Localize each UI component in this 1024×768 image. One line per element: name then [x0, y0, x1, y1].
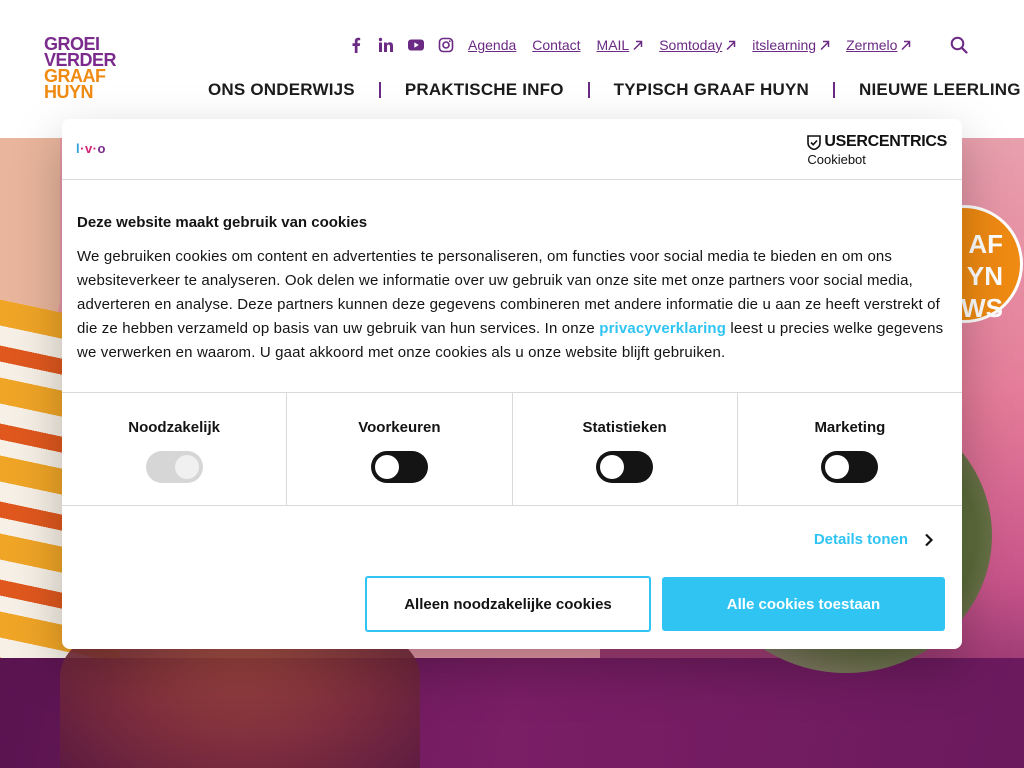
- itslearning-link-label: itslearning: [752, 37, 817, 53]
- toggle-knob: [825, 455, 850, 479]
- lvo-logo: l·v·o: [76, 141, 106, 156]
- allow-necessary-only-button[interactable]: Alleen noodzakelijke cookies: [365, 576, 651, 632]
- external-link-icon: [726, 40, 736, 50]
- search-icon[interactable]: [950, 36, 968, 54]
- cookie-dialog-text: We gebruiken cookies om content en adver…: [77, 245, 947, 365]
- privacy-statement-link[interactable]: privacyverklaring: [599, 320, 726, 337]
- itslearning-link[interactable]: itslearning: [752, 37, 830, 53]
- nav-separator: [833, 82, 835, 98]
- somtoday-link-label: Somtoday: [659, 37, 723, 53]
- cookiebot-logo[interactable]: USERCENTRICS Cookiebot: [807, 133, 947, 167]
- agenda-link-label: Agenda: [468, 37, 517, 53]
- logo-line-4: HUYN: [44, 82, 94, 102]
- nav-item-nieuwe-leerling[interactable]: NIEUWE LEERLING: [859, 80, 1021, 100]
- zermelo-link[interactable]: Zermelo: [846, 37, 911, 53]
- facebook-icon[interactable]: [348, 37, 364, 53]
- usercentrics-brand: USERCENTRICS: [807, 133, 947, 151]
- top-links: Agenda Contact MAIL Somtoday itslearning…: [348, 35, 927, 55]
- show-details-label: Details tonen: [813, 531, 908, 548]
- zermelo-link-label: Zermelo: [846, 37, 898, 53]
- statistics-toggle[interactable]: [596, 451, 654, 483]
- category-marketing: Marketing: [738, 393, 962, 505]
- usercentrics-label: USERCENTRICS: [824, 133, 947, 150]
- category-label: Noodzakelijk: [128, 419, 220, 436]
- nav-item-typisch-graaf-huyn[interactable]: TYPISCH GRAAF HUYN: [614, 80, 809, 100]
- cookie-dialog-body: Deze website maakt gebruik van cookies W…: [62, 180, 962, 393]
- toggle-knob: [374, 455, 399, 479]
- cookie-category-toggles: Noodzakelijk Voorkeuren Statistieken Mar…: [62, 393, 962, 506]
- external-link-icon: [820, 40, 830, 50]
- category-label: Voorkeuren: [358, 419, 441, 436]
- nav-separator: [587, 82, 590, 98]
- category-necessary: Noodzakelijk: [62, 393, 288, 505]
- cookiebot-label: Cookiebot: [807, 152, 866, 167]
- mail-link[interactable]: MAIL: [597, 37, 644, 53]
- lvo-logo-part: ·v·: [80, 141, 98, 156]
- toggle-knob: [174, 455, 199, 479]
- marketing-toggle[interactable]: [821, 451, 879, 483]
- category-label: Marketing: [814, 419, 886, 436]
- somtoday-link[interactable]: Somtoday: [659, 37, 736, 53]
- cookie-dialog-title: Deze website maakt gebruik van cookies: [77, 214, 368, 231]
- allow-all-cookies-button[interactable]: Alle cookies toestaan: [662, 577, 945, 631]
- main-navigation: ONS ONDERWIJS PRAKTISCHE INFO TYPISCH GR…: [208, 80, 1021, 100]
- site-header: GROEI VERDER GRAAF HUYN Agenda Contact M…: [0, 0, 1024, 138]
- cookie-dialog-header: l·v·o USERCENTRICS Cookiebot: [62, 119, 962, 180]
- category-label: Statistieken: [582, 419, 667, 436]
- category-preferences: Voorkeuren: [287, 393, 513, 505]
- chevron-right-icon: [925, 533, 934, 546]
- mail-link-label: MAIL: [596, 37, 630, 53]
- shield-check-icon: [807, 134, 822, 150]
- instagram-icon[interactable]: [438, 37, 454, 53]
- external-link-icon: [633, 40, 643, 50]
- show-details-link[interactable]: Details tonen: [814, 531, 934, 548]
- lvo-logo-part: o: [97, 141, 106, 156]
- preferences-toggle[interactable]: [370, 451, 428, 483]
- youtube-icon[interactable]: [408, 37, 424, 53]
- toggle-knob: [600, 455, 625, 479]
- nav-separator: [378, 82, 381, 98]
- cookie-consent-dialog: l·v·o USERCENTRICS Cookiebot Deze websit…: [62, 119, 962, 649]
- agenda-link[interactable]: Agenda: [468, 37, 516, 53]
- nav-item-ons-onderwijs[interactable]: ONS ONDERWIJS: [208, 80, 355, 100]
- contact-link-label: Contact: [532, 37, 581, 53]
- site-logo[interactable]: GROEI VERDER GRAAF HUYN: [44, 35, 124, 102]
- external-link-icon: [901, 40, 911, 50]
- necessary-toggle: [145, 451, 203, 483]
- linkedin-icon[interactable]: [378, 37, 394, 53]
- nav-item-praktische-info[interactable]: PRAKTISCHE INFO: [405, 80, 564, 100]
- category-statistics: Statistieken: [513, 393, 738, 505]
- contact-link[interactable]: Contact: [532, 37, 580, 53]
